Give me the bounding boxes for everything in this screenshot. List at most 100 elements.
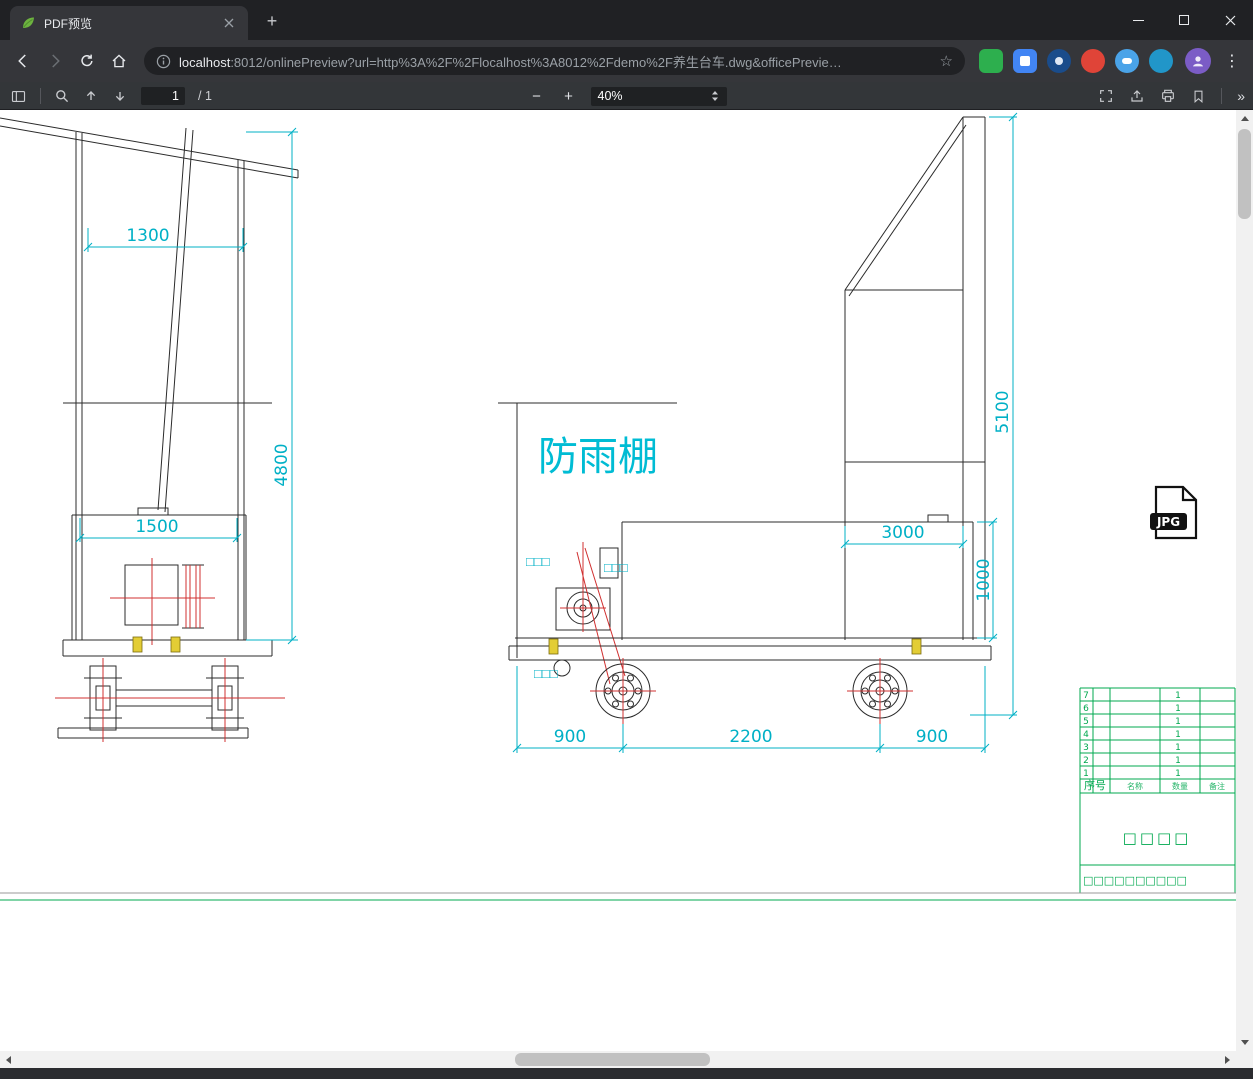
forward-button[interactable] xyxy=(40,46,70,76)
page-number-input[interactable] xyxy=(141,87,185,105)
presentation-mode-button[interactable] xyxy=(1098,88,1114,104)
scrollbar-corner xyxy=(1236,1051,1253,1068)
presentation-mode-icon xyxy=(1100,90,1113,102)
maximize-button[interactable] xyxy=(1161,0,1207,40)
tab-close-icon[interactable] xyxy=(220,14,238,32)
scroll-down-button[interactable] xyxy=(1236,1034,1253,1051)
dim-left-top-width: 1300 xyxy=(126,226,169,246)
dim-span-right: 900 xyxy=(916,727,948,747)
profile-avatar[interactable] xyxy=(1185,48,1211,74)
person-icon xyxy=(1193,56,1203,67)
dim-left-mid-width: 1500 xyxy=(135,517,178,537)
zoom-value: 40% xyxy=(597,89,623,103)
new-tab-button[interactable]: + xyxy=(260,9,284,33)
cad-marks-a: □□□ xyxy=(526,554,550,569)
dim-tank-width: 3000 xyxy=(881,523,924,543)
home-button[interactable] xyxy=(104,46,134,76)
bookmark-star-icon[interactable]: ☆ xyxy=(940,52,953,70)
row-no: 7 xyxy=(1083,691,1089,701)
page-down-icon xyxy=(115,92,125,101)
col-header-no: 序号 xyxy=(1084,778,1106,792)
extension-icon-4[interactable] xyxy=(1081,49,1105,73)
find-button[interactable] xyxy=(54,88,70,104)
extension-icon-5-cloud[interactable] xyxy=(1115,49,1139,73)
row-qty: 1 xyxy=(1175,769,1181,779)
url-path: :8012/onlinePreview?url=http%3A%2F%2Floc… xyxy=(230,54,842,70)
cad-marks-b: □□□ xyxy=(604,560,628,575)
window-titlebar: PDF预览 + xyxy=(0,0,1253,40)
browser-tab[interactable]: PDF预览 xyxy=(10,6,248,40)
close-icon xyxy=(1225,15,1235,25)
cad-marks-c: □□□ xyxy=(534,666,558,681)
bookmark-icon xyxy=(1194,90,1203,103)
extension-icon-2-translate[interactable] xyxy=(1013,49,1037,73)
page-up-icon xyxy=(86,91,96,100)
next-page-button[interactable] xyxy=(112,88,128,104)
pdf-page: 1300 4800 1500 防雨棚 □□□ □□□ □□□ 3000 1000… xyxy=(0,110,1236,1051)
url-host: localhost xyxy=(179,54,231,70)
jpg-badge-label: JPG xyxy=(1156,515,1180,529)
reload-button[interactable] xyxy=(72,46,102,76)
toolbar-divider xyxy=(1221,88,1223,104)
zoom-out-button[interactable]: − xyxy=(527,86,547,106)
minimize-button[interactable] xyxy=(1115,0,1161,40)
previous-page-button[interactable] xyxy=(83,88,99,104)
dim-right-height: 5100 xyxy=(993,390,1013,433)
tab-title: PDF预览 xyxy=(44,16,93,31)
col-header-note: 备注 xyxy=(1209,781,1225,791)
horizontal-scroll-thumb[interactable] xyxy=(515,1053,710,1066)
window-controls xyxy=(1115,0,1253,40)
print-button[interactable] xyxy=(1160,88,1176,104)
scroll-right-button[interactable] xyxy=(1219,1051,1236,1068)
extension-icon-6[interactable] xyxy=(1149,49,1173,73)
scroll-up-button[interactable] xyxy=(1236,110,1253,127)
window-bottom-edge xyxy=(0,1068,1253,1079)
horizontal-scrollbar[interactable] xyxy=(0,1051,1236,1068)
home-icon xyxy=(112,54,126,68)
row-no: 6 xyxy=(1083,704,1089,714)
url-bar[interactable]: localhost:8012/onlinePreview?url=http%3A… xyxy=(144,47,965,75)
bookmark-button[interactable] xyxy=(1191,89,1206,104)
maximize-icon xyxy=(1179,15,1189,25)
browser-menu-button[interactable]: ⋮ xyxy=(1219,48,1245,74)
col-header-qty: 数量 xyxy=(1172,781,1188,791)
extension-icon-3[interactable] xyxy=(1047,49,1071,73)
pdf-toolbar: / 1 − + 40% xyxy=(0,82,1253,110)
row-no: 4 xyxy=(1083,730,1089,740)
zoom-in-button[interactable]: + xyxy=(559,86,579,106)
info-icon xyxy=(156,54,171,68)
down-arrow-icon xyxy=(1240,1040,1249,1045)
row-no: 5 xyxy=(1083,717,1089,727)
sidebar-toggle-button[interactable] xyxy=(10,88,27,105)
row-qty: 1 xyxy=(1175,730,1181,740)
title-block-title: □□□□ xyxy=(1123,829,1192,847)
vertical-scroll-thumb[interactable] xyxy=(1238,129,1251,219)
page-count-label: / 1 xyxy=(198,89,212,103)
canopy-label: 防雨棚 xyxy=(538,434,658,480)
print-icon xyxy=(1162,89,1175,102)
cad-title-block: 7 6 5 4 3 2 1 1 1 1 1 1 1 1 序号 名称 数量 备注 … xyxy=(1079,687,1236,894)
dot-glyph xyxy=(1055,57,1063,65)
row-qty: 1 xyxy=(1175,743,1181,753)
back-icon xyxy=(18,54,26,68)
open-file-button[interactable] xyxy=(1129,88,1145,104)
back-button[interactable] xyxy=(8,46,38,76)
cloud-glyph xyxy=(1122,58,1132,64)
row-no: 3 xyxy=(1083,743,1089,753)
zoom-select[interactable]: 40% xyxy=(590,86,727,106)
row-qty: 1 xyxy=(1175,717,1181,727)
select-arrows-icon xyxy=(711,91,718,101)
row-no: 1 xyxy=(1083,769,1089,779)
cad-left-view: 1300 4800 1500 xyxy=(0,117,299,742)
vertical-scrollbar[interactable] xyxy=(1236,110,1253,1051)
close-button[interactable] xyxy=(1207,0,1253,40)
extension-icon-1[interactable] xyxy=(979,49,1003,73)
row-qty: 1 xyxy=(1175,691,1181,701)
scroll-left-button[interactable] xyxy=(0,1051,17,1068)
title-block-footer: □□□□□□□□□□ xyxy=(1083,874,1187,887)
translate-glyph xyxy=(1020,56,1030,66)
toolbar-divider xyxy=(40,88,41,104)
minimize-icon xyxy=(1132,19,1144,21)
more-tools-button[interactable]: » xyxy=(1237,88,1245,104)
jpg-file-icon: JPG xyxy=(1150,485,1198,540)
